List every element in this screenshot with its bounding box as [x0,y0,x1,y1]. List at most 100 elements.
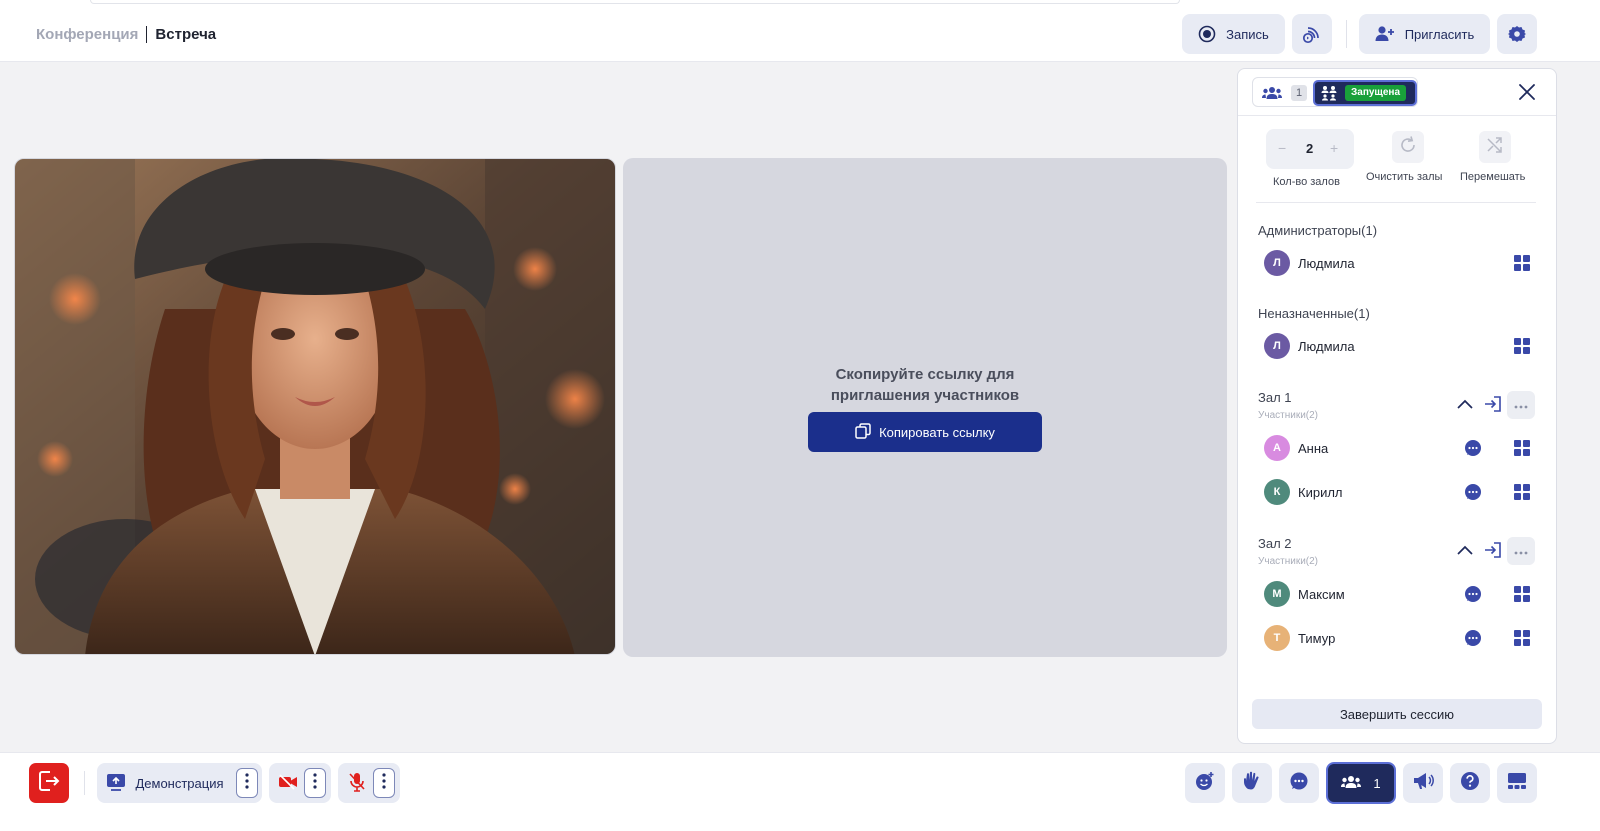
camera-options-button[interactable] [304,768,326,798]
more-icon [1514,542,1528,560]
participant-video [15,159,615,654]
avatar: Т [1264,625,1290,651]
leave-icon [38,770,60,797]
grid-icon[interactable] [1514,630,1530,651]
chat-button[interactable] [1279,763,1319,803]
people-icon [1341,774,1362,793]
emoji-icon [1195,771,1215,796]
decrement-button[interactable]: − [1278,140,1286,156]
participant-video-tile[interactable] [14,158,616,655]
help-icon [1460,771,1480,796]
screen-share-button[interactable]: Демонстрация [97,763,233,803]
shuffle-icon [1486,136,1504,159]
chat-icon[interactable] [1464,439,1482,462]
empty-video-tile: Скопируйте ссылку для приглашения участн… [623,158,1227,657]
rooms-count-label: Кол-во залов [1273,176,1340,188]
unassigned-section-title: Неназначенные(1) [1258,306,1370,321]
chat-icon[interactable] [1464,585,1482,608]
end-session-button[interactable]: Завершить сессию [1252,699,1542,729]
increment-button[interactable]: + [1330,140,1338,156]
breakout-rooms-panel: 1 Запущена − 2 + Кол-во залов Очистить з… [1237,68,1557,744]
bottom-toolbar: Демонстрация 1 [0,752,1600,831]
room-1-more-button[interactable] [1507,391,1535,419]
participants-button[interactable]: 1 [1326,762,1396,804]
camera-toggle-button[interactable] [269,763,307,803]
chat-icon[interactable] [1464,483,1482,506]
tab-breakout-rooms[interactable]: Запущена [1313,80,1417,106]
participant-name: Максим [1298,587,1345,602]
window-notch [90,0,1180,4]
camera-off-icon [278,773,298,793]
screen-share-group: Демонстрация [97,763,262,803]
room-2-subtitle: Участники(2) [1258,556,1318,567]
invite-button[interactable]: Пригласить [1359,14,1490,54]
shuffle-button[interactable] [1479,131,1511,163]
chevron-up-icon[interactable] [1456,543,1474,561]
screen-share-label: Демонстрация [135,775,224,791]
tab-participants[interactable]: 1 [1257,82,1309,104]
grid-icon[interactable] [1514,255,1530,276]
room-2-more-button[interactable] [1507,537,1535,565]
refresh-icon [1398,135,1418,160]
list-item: Т Тимур [1264,624,1544,652]
grid-icon[interactable] [1514,440,1530,461]
panel-divider-2 [1256,202,1536,203]
settings-icon [1508,25,1526,43]
invite-hint: Скопируйте ссылку для приглашения участн… [623,364,1227,406]
layout-button[interactable] [1497,763,1537,803]
screen-share-options-button[interactable] [236,768,258,798]
breadcrumb-separator [146,26,148,43]
announcement-button[interactable] [1403,763,1443,803]
avatar: К [1264,479,1290,505]
copy-link-button[interactable]: Копировать ссылку [808,412,1042,452]
mic-off-icon [349,772,365,795]
more-icon [1514,396,1528,414]
grid-icon[interactable] [1514,338,1530,359]
participant-name: Людмила [1298,339,1355,354]
toolbar-divider [1346,20,1347,48]
panel-divider [1238,115,1556,116]
panel-tabs: 1 Запущена [1252,77,1418,107]
more-vertical-icon [382,772,386,794]
close-icon [1516,84,1538,107]
microphone-group [338,763,400,803]
shuffle-label: Перемешать [1460,171,1526,183]
chevron-up-icon[interactable] [1456,397,1474,415]
people-icon [1262,85,1282,106]
raise-hand-button[interactable] [1232,763,1272,803]
microphone-options-button[interactable] [373,768,395,798]
participant-name: Людмила [1298,256,1355,271]
list-item: А Анна [1264,434,1544,462]
copy-link-label: Копировать ссылку [879,424,995,440]
copy-icon [855,422,871,442]
megaphone-icon [1412,771,1434,796]
microphone-toggle-button[interactable] [338,763,376,803]
grid-icon[interactable] [1514,484,1530,505]
more-vertical-icon [245,772,249,794]
close-panel-button[interactable] [1516,81,1538,103]
rooms-count-value: 2 [1306,141,1314,156]
rooms-icon [1321,85,1337,106]
camera-group [269,763,331,803]
enter-room-icon[interactable] [1484,395,1502,418]
broadcast-button[interactable] [1292,14,1332,54]
broadcast-icon [1302,24,1322,44]
rooms-count-stepper[interactable]: − 2 + [1266,129,1354,169]
settings-button[interactable] [1497,14,1537,54]
reactions-button[interactable] [1185,763,1225,803]
enter-room-icon[interactable] [1484,541,1502,564]
clear-rooms-button[interactable] [1392,131,1424,163]
grid-icon[interactable] [1514,586,1530,607]
record-button[interactable]: Запись [1182,14,1285,54]
leave-button[interactable] [29,763,69,803]
layout-icon [1507,772,1527,795]
chat-icon[interactable] [1464,629,1482,652]
breadcrumb: Конференция Встреча [36,26,216,43]
list-item: К Кирилл [1264,478,1544,506]
top-bar: Конференция Встреча Запись Пригласить [0,0,1600,62]
breadcrumb-parent[interactable]: Конференция [36,26,138,43]
list-item: Л Людмила [1264,249,1544,277]
rooms-status-badge: Запущена [1345,85,1407,101]
raise-hand-icon [1242,771,1262,796]
help-button[interactable] [1450,763,1490,803]
